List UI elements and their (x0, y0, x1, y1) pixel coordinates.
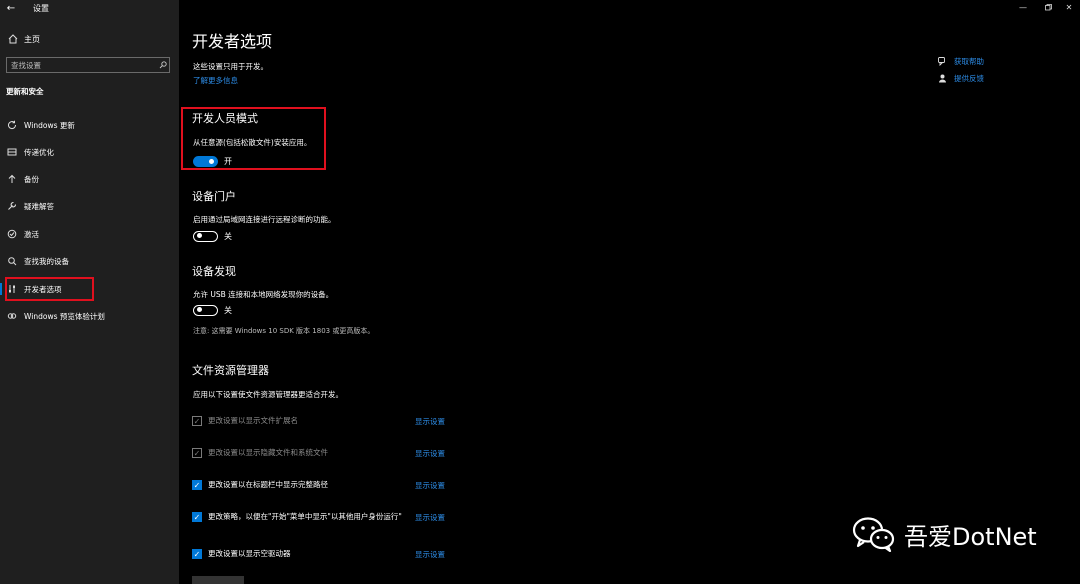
sidebar-item-activation[interactable]: 激活 (0, 225, 179, 243)
get-help-link[interactable]: 获取帮助 (936, 55, 984, 67)
refresh-icon (5, 120, 19, 130)
device-discovery-toggle-row: 关 (193, 304, 232, 316)
feedback-label: 提供反馈 (954, 73, 984, 83)
device-portal-desc: 启用通过局域网连接进行远程诊断的功能。 (193, 215, 336, 224)
device-portal-toggle[interactable] (193, 230, 218, 242)
wrench-icon (5, 201, 19, 211)
toggle-knob (209, 158, 214, 164)
find-device-icon (5, 256, 19, 266)
developer-mode-state: 开 (224, 156, 232, 166)
sidebar-item-label: 激活 (24, 229, 39, 239)
file-explorer-option-run-as: ✓ 更改策略，以便在"开始"菜单中显示"以其他用户身份运行" 显示设置 (192, 512, 452, 522)
option-label: 更改设置以在标题栏中显示完整路径 (208, 480, 328, 489)
sidebar-item-label: 疑难解答 (24, 201, 54, 211)
sidebar: ← 设置 主页 更新和安全 Windows 更新 传递优化 备份 (0, 0, 179, 584)
device-portal-title: 设备门户 (192, 190, 236, 203)
watermark: 吾爱DotNet (852, 516, 1037, 553)
option-label: 更改策略，以便在"开始"菜单中显示"以其他用户身份运行" (208, 512, 402, 521)
wechat-icon (852, 516, 896, 553)
sidebar-item-label: Windows 更新 (24, 120, 75, 130)
show-settings-link-empty-drives[interactable]: 显示设置 (415, 549, 445, 560)
sidebar-item-backup[interactable]: 备份 (0, 170, 179, 188)
page-title: 开发者选项 (192, 32, 273, 51)
show-settings-link-extensions[interactable]: 显示设置 (415, 416, 445, 427)
show-settings-link-full-path[interactable]: 显示设置 (415, 480, 445, 491)
home-link[interactable]: 主页 (0, 31, 179, 47)
learn-more-link[interactable]: 了解更多信息 (193, 75, 238, 86)
close-icon[interactable]: ✕ (1056, 0, 1080, 14)
file-explorer-option-full-path: ✓ 更改设置以在标题栏中显示完整路径 显示设置 (192, 480, 452, 490)
sidebar-item-windows-update[interactable]: Windows 更新 (0, 116, 179, 134)
option-label: 更改设置以显示文件扩展名 (208, 416, 298, 425)
search-box (6, 57, 170, 73)
sidebar-item-windows-insider[interactable]: Windows 预览体验计划 (0, 307, 179, 325)
developer-mode-desc: 从任意源(包括松散文件)安装应用。 (193, 138, 312, 147)
checkbox-show-extensions[interactable]: ✓ (192, 416, 202, 426)
feedback-link[interactable]: 提供反馈 (936, 72, 984, 84)
file-explorer-title: 文件资源管理器 (192, 364, 269, 377)
feedback-icon (936, 74, 948, 83)
sidebar-item-label: 查找我的设备 (24, 256, 69, 266)
sidebar-item-developer-options[interactable]: 开发者选项 (0, 280, 179, 298)
developer-mode-title: 开发人员模式 (192, 112, 258, 125)
device-portal-state: 关 (224, 231, 232, 241)
activation-icon (5, 229, 19, 239)
section-title: 更新和安全 (6, 87, 44, 96)
home-icon (6, 34, 20, 44)
minimize-icon[interactable]: — (1010, 0, 1036, 14)
device-discovery-state: 关 (224, 305, 232, 315)
device-portal-toggle-row: 关 (193, 230, 232, 242)
watermark-text: 吾爱DotNet (904, 522, 1037, 551)
checkbox-full-path-title[interactable]: ✓ (192, 480, 202, 490)
sidebar-item-find-my-device[interactable]: 查找我的设备 (0, 252, 179, 270)
sidebar-item-label: 备份 (24, 174, 39, 184)
active-indicator (0, 283, 2, 295)
file-explorer-option-extensions: ✓ 更改设置以显示文件扩展名 显示设置 (192, 416, 452, 426)
checkbox-run-as-other-user[interactable]: ✓ (192, 512, 202, 522)
sidebar-item-troubleshoot[interactable]: 疑难解答 (0, 197, 179, 215)
developer-mode-toggle-row: 开 (193, 155, 232, 167)
checkbox-show-empty-drives[interactable]: ✓ (192, 549, 202, 559)
help-chat-icon (936, 56, 948, 66)
device-discovery-desc: 允许 USB 连接和本地网络发现你的设备。 (193, 290, 334, 299)
delivery-optimization-icon (5, 147, 19, 157)
developer-mode-toggle[interactable] (193, 155, 218, 167)
app-title: 设置 (33, 3, 49, 13)
file-explorer-option-hidden-files: ✓ 更改设置以显示隐藏文件和系统文件 显示设置 (192, 448, 452, 458)
title-bar: ← 设置 (0, 0, 179, 16)
device-discovery-note: 注意: 这需要 Windows 10 SDK 版本 1803 或更高版本。 (193, 327, 375, 335)
toggle-knob (197, 307, 202, 312)
page-intro: 这些设置只用于开发。 (193, 62, 268, 71)
show-settings-link-hidden-files[interactable]: 显示设置 (415, 448, 445, 459)
developer-icon (5, 284, 19, 294)
insider-icon (5, 311, 19, 321)
file-explorer-desc: 应用以下设置使文件资源管理器更适合开发。 (193, 390, 343, 399)
sidebar-item-label: Windows 预览体验计划 (24, 311, 105, 321)
back-arrow-icon[interactable]: ← (1, 0, 21, 16)
home-label: 主页 (24, 34, 40, 44)
checkbox-show-hidden-files[interactable]: ✓ (192, 448, 202, 458)
option-label: 更改设置以显示空驱动器 (208, 549, 291, 558)
sidebar-item-label: 传递优化 (24, 147, 54, 157)
device-discovery-title: 设备发现 (192, 265, 236, 278)
show-settings-link-run-as[interactable]: 显示设置 (415, 512, 445, 523)
apply-button[interactable] (192, 576, 244, 584)
get-help-label: 获取帮助 (954, 56, 984, 66)
search-input[interactable] (7, 60, 157, 70)
search-icon[interactable] (157, 61, 169, 69)
sidebar-item-delivery-optimization[interactable]: 传递优化 (0, 143, 179, 161)
backup-icon (5, 174, 19, 184)
toggle-knob (197, 233, 202, 238)
sidebar-item-label: 开发者选项 (24, 284, 62, 294)
device-discovery-toggle[interactable] (193, 304, 218, 316)
file-explorer-option-empty-drives: ✓ 更改设置以显示空驱动器 显示设置 (192, 549, 452, 559)
option-label: 更改设置以显示隐藏文件和系统文件 (208, 448, 328, 457)
